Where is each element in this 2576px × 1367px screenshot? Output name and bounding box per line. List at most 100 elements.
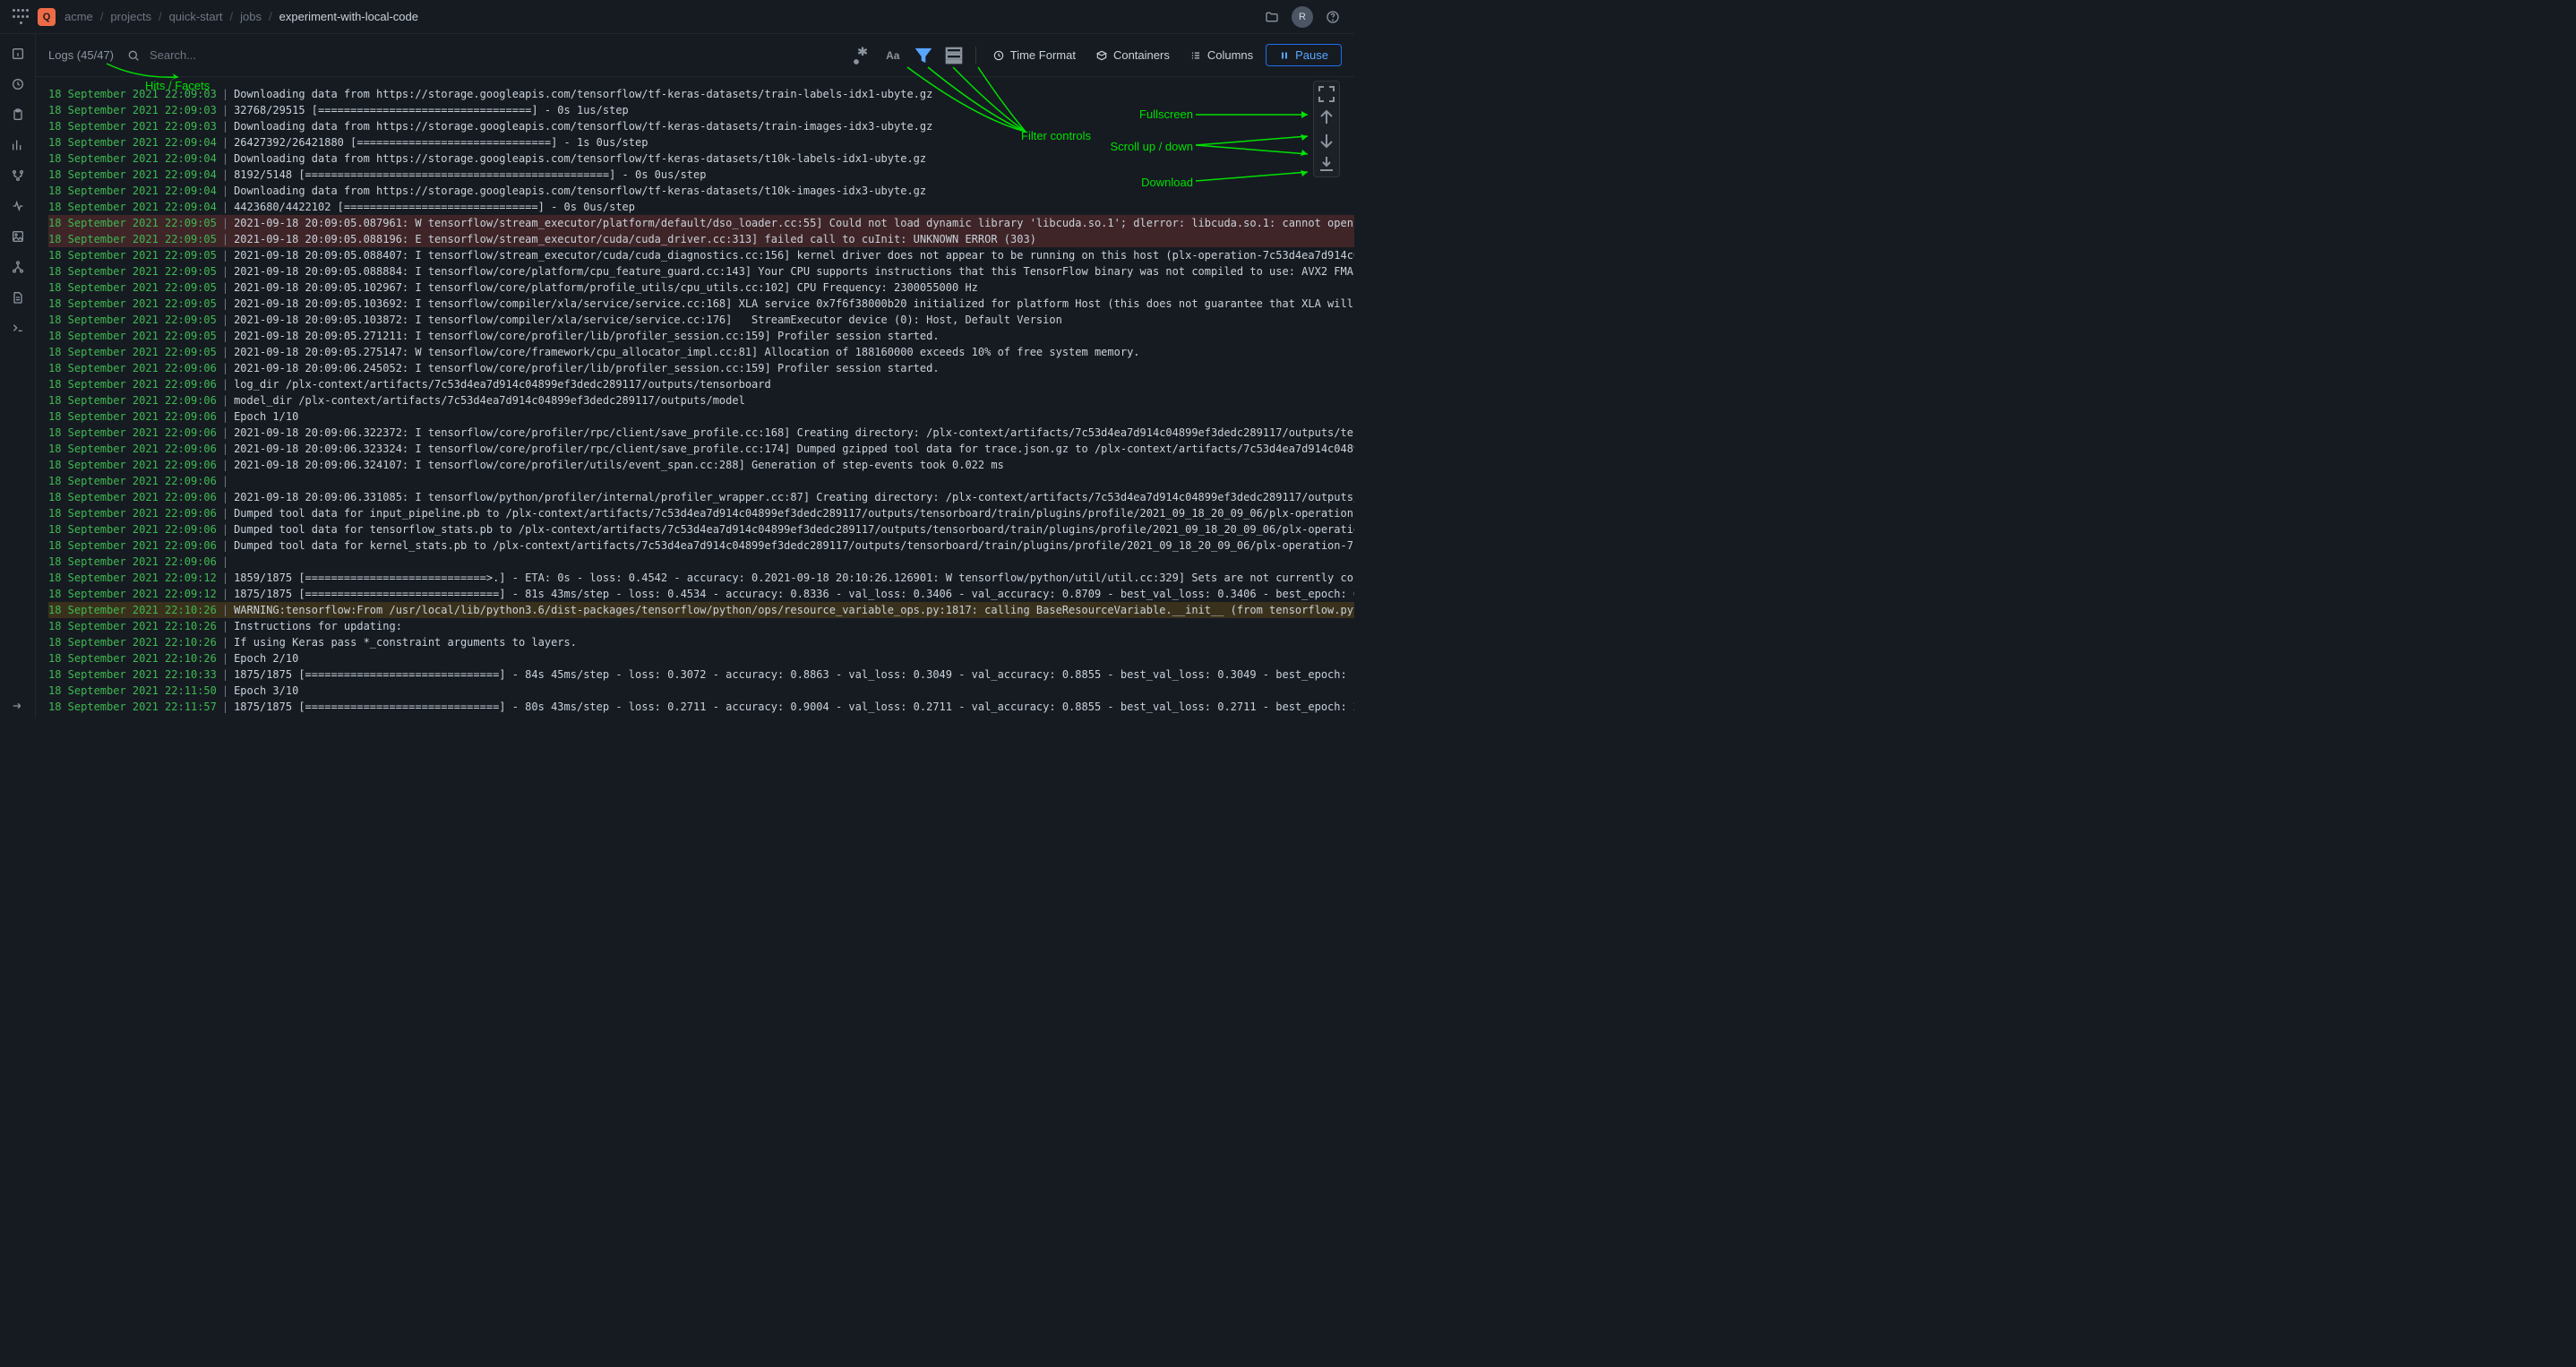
log-row[interactable]: 18 September 2021 22:11:57|1875/1875 [==… [48, 699, 1354, 715]
time-format-button[interactable]: Time Format [985, 45, 1083, 65]
sidebar-tree-icon[interactable] [5, 254, 30, 279]
avatar[interactable]: R [1292, 6, 1313, 28]
log-message: 1875/1875 [=============================… [234, 666, 1354, 683]
log-row[interactable]: 18 September 2021 22:09:03|Downloading d… [48, 118, 1354, 134]
log-row[interactable]: 18 September 2021 22:09:04|Downloading d… [48, 183, 1354, 199]
log-row[interactable]: 18 September 2021 22:10:33|1875/1875 [==… [48, 666, 1354, 683]
sidebar-chart-icon[interactable] [5, 133, 30, 158]
sidebar-branch-icon[interactable] [5, 163, 30, 188]
log-timestamp: 18 September 2021 22:09:06 [48, 457, 217, 473]
search-input[interactable] [150, 48, 597, 62]
log-row[interactable]: 18 September 2021 22:10:26|Epoch 2/10 [48, 650, 1354, 666]
log-separator: | [217, 296, 234, 312]
log-separator: | [217, 570, 234, 586]
log-timestamp: 18 September 2021 22:09:06 [48, 425, 217, 441]
log-row[interactable]: 18 September 2021 22:09:06| [48, 473, 1354, 489]
log-row[interactable]: 18 September 2021 22:09:05|2021-09-18 20… [48, 312, 1354, 328]
log-row[interactable]: 18 September 2021 22:09:12|1859/1875 [==… [48, 570, 1354, 586]
scroll-up-icon[interactable] [1316, 107, 1337, 128]
log-row[interactable]: 18 September 2021 22:09:04|26427392/2642… [48, 134, 1354, 150]
filter-funnel-icon[interactable] [911, 43, 936, 68]
breadcrumb-seg[interactable]: jobs [240, 10, 262, 23]
log-row[interactable]: 18 September 2021 22:11:50|Epoch 3/10 [48, 683, 1354, 699]
log-row[interactable]: 18 September 2021 22:09:05|2021-09-18 20… [48, 215, 1354, 231]
containers-button[interactable]: Containers [1088, 45, 1177, 65]
log-message: Downloading data from https://storage.go… [234, 183, 926, 199]
log-message: Epoch 3/10 [234, 683, 298, 699]
log-row[interactable]: 18 September 2021 22:09:06|2021-09-18 20… [48, 425, 1354, 441]
log-row[interactable]: 18 September 2021 22:09:06|2021-09-18 20… [48, 360, 1354, 376]
log-row[interactable]: 18 September 2021 22:09:06|Dumped tool d… [48, 521, 1354, 537]
org-logo[interactable]: Q [38, 8, 56, 26]
columns-button[interactable]: Columns [1182, 45, 1260, 65]
sidebar-terminal-icon[interactable] [5, 315, 30, 340]
log-row[interactable]: 18 September 2021 22:09:06|2021-09-18 20… [48, 441, 1354, 457]
log-pane[interactable]: 18 September 2021 22:09:03|Downloading d… [36, 77, 1354, 718]
log-timestamp: 18 September 2021 22:09:12 [48, 570, 217, 586]
log-row[interactable]: 18 September 2021 22:09:06|model_dir /pl… [48, 392, 1354, 408]
apps-grip-icon[interactable] [13, 9, 29, 25]
log-row[interactable]: 18 September 2021 22:09:05|2021-09-18 20… [48, 263, 1354, 279]
log-row[interactable]: 18 September 2021 22:09:06|2021-09-18 20… [48, 457, 1354, 473]
log-row[interactable]: 18 September 2021 22:09:12|1875/1875 [==… [48, 586, 1354, 602]
log-row[interactable]: 18 September 2021 22:09:05|2021-09-18 20… [48, 296, 1354, 312]
log-row[interactable]: 18 September 2021 22:09:03|Downloading d… [48, 86, 1354, 102]
log-row[interactable]: 18 September 2021 22:09:03|32768/29515 [… [48, 102, 1354, 118]
breadcrumb-seg[interactable]: acme [64, 10, 93, 23]
sidebar-file-icon[interactable] [5, 285, 30, 310]
logs-count-label: Logs (45/47) [48, 48, 114, 62]
log-separator: | [217, 425, 234, 441]
log-row[interactable]: 18 September 2021 22:09:06|2021-09-18 20… [48, 489, 1354, 505]
columns-label: Columns [1207, 48, 1253, 62]
log-row[interactable]: 18 September 2021 22:09:06|Epoch 1/10 [48, 408, 1354, 425]
folder-icon[interactable] [1263, 8, 1281, 26]
sidebar-heart-icon[interactable] [5, 193, 30, 219]
log-message: Dumped tool data for tensorflow_stats.pb… [234, 521, 1354, 537]
log-timestamp: 18 September 2021 22:10:26 [48, 650, 217, 666]
log-timestamp: 18 September 2021 22:09:05 [48, 231, 217, 247]
sidebar-clipboard-icon[interactable] [5, 102, 30, 127]
log-row[interactable]: 18 September 2021 22:09:05|2021-09-18 20… [48, 231, 1354, 247]
log-row[interactable]: 18 September 2021 22:09:04|Downloading d… [48, 150, 1354, 167]
log-row[interactable]: 18 September 2021 22:10:26|If using Kera… [48, 634, 1354, 650]
log-message: 2021-09-18 20:09:05.102967: I tensorflow… [234, 279, 978, 296]
facets-icon[interactable] [941, 43, 966, 68]
log-separator: | [217, 473, 234, 489]
breadcrumb-seg[interactable]: experiment-with-local-code [279, 10, 418, 23]
breadcrumb-seg[interactable]: quick-start [169, 10, 223, 23]
log-separator: | [217, 376, 234, 392]
log-message: Epoch 1/10 [234, 408, 298, 425]
search-icon[interactable] [125, 47, 142, 64]
regex-icon[interactable] [850, 43, 875, 68]
log-row[interactable]: 18 September 2021 22:09:05|2021-09-18 20… [48, 344, 1354, 360]
sidebar-info-icon[interactable] [5, 41, 30, 66]
log-row[interactable]: 18 September 2021 22:10:26|Instructions … [48, 618, 1354, 634]
log-row[interactable]: 18 September 2021 22:09:05|2021-09-18 20… [48, 328, 1354, 344]
help-icon[interactable] [1324, 8, 1342, 26]
log-message: Downloading data from https://storage.go… [234, 150, 926, 167]
log-row[interactable]: 18 September 2021 22:10:26|WARNING:tenso… [48, 602, 1354, 618]
log-row[interactable]: 18 September 2021 22:09:06| [48, 554, 1354, 570]
log-timestamp: 18 September 2021 22:09:04 [48, 150, 217, 167]
log-row[interactable]: 18 September 2021 22:09:05|2021-09-18 20… [48, 279, 1354, 296]
log-separator: | [217, 279, 234, 296]
breadcrumb-seg[interactable]: projects [110, 10, 151, 23]
log-row[interactable]: 18 September 2021 22:09:06|Dumped tool d… [48, 505, 1354, 521]
breadcrumb: acme/ projects/ quick-start/ jobs/ exper… [64, 10, 418, 23]
sidebar-collapse-icon[interactable] [5, 693, 30, 718]
log-row[interactable]: 18 September 2021 22:09:05|2021-09-18 20… [48, 247, 1354, 263]
log-row[interactable]: 18 September 2021 22:09:04|8192/5148 [==… [48, 167, 1354, 183]
log-row[interactable]: 18 September 2021 22:09:06|Dumped tool d… [48, 537, 1354, 554]
log-message: 4423680/4422102 [=======================… [234, 199, 635, 215]
log-row[interactable]: 18 September 2021 22:09:06|log_dir /plx-… [48, 376, 1354, 392]
scroll-down-icon[interactable] [1316, 130, 1337, 151]
sidebar-clock-icon[interactable] [5, 72, 30, 97]
download-icon[interactable] [1316, 153, 1337, 175]
case-sensitive-icon[interactable]: Aa [880, 43, 906, 68]
fullscreen-icon[interactable] [1316, 83, 1337, 105]
log-row[interactable]: 18 September 2021 22:09:04|4423680/44221… [48, 199, 1354, 215]
topbar: Q acme/ projects/ quick-start/ jobs/ exp… [0, 0, 1354, 34]
log-timestamp: 18 September 2021 22:09:06 [48, 489, 217, 505]
sidebar-image-icon[interactable] [5, 224, 30, 249]
pause-button[interactable]: Pause [1266, 44, 1342, 66]
